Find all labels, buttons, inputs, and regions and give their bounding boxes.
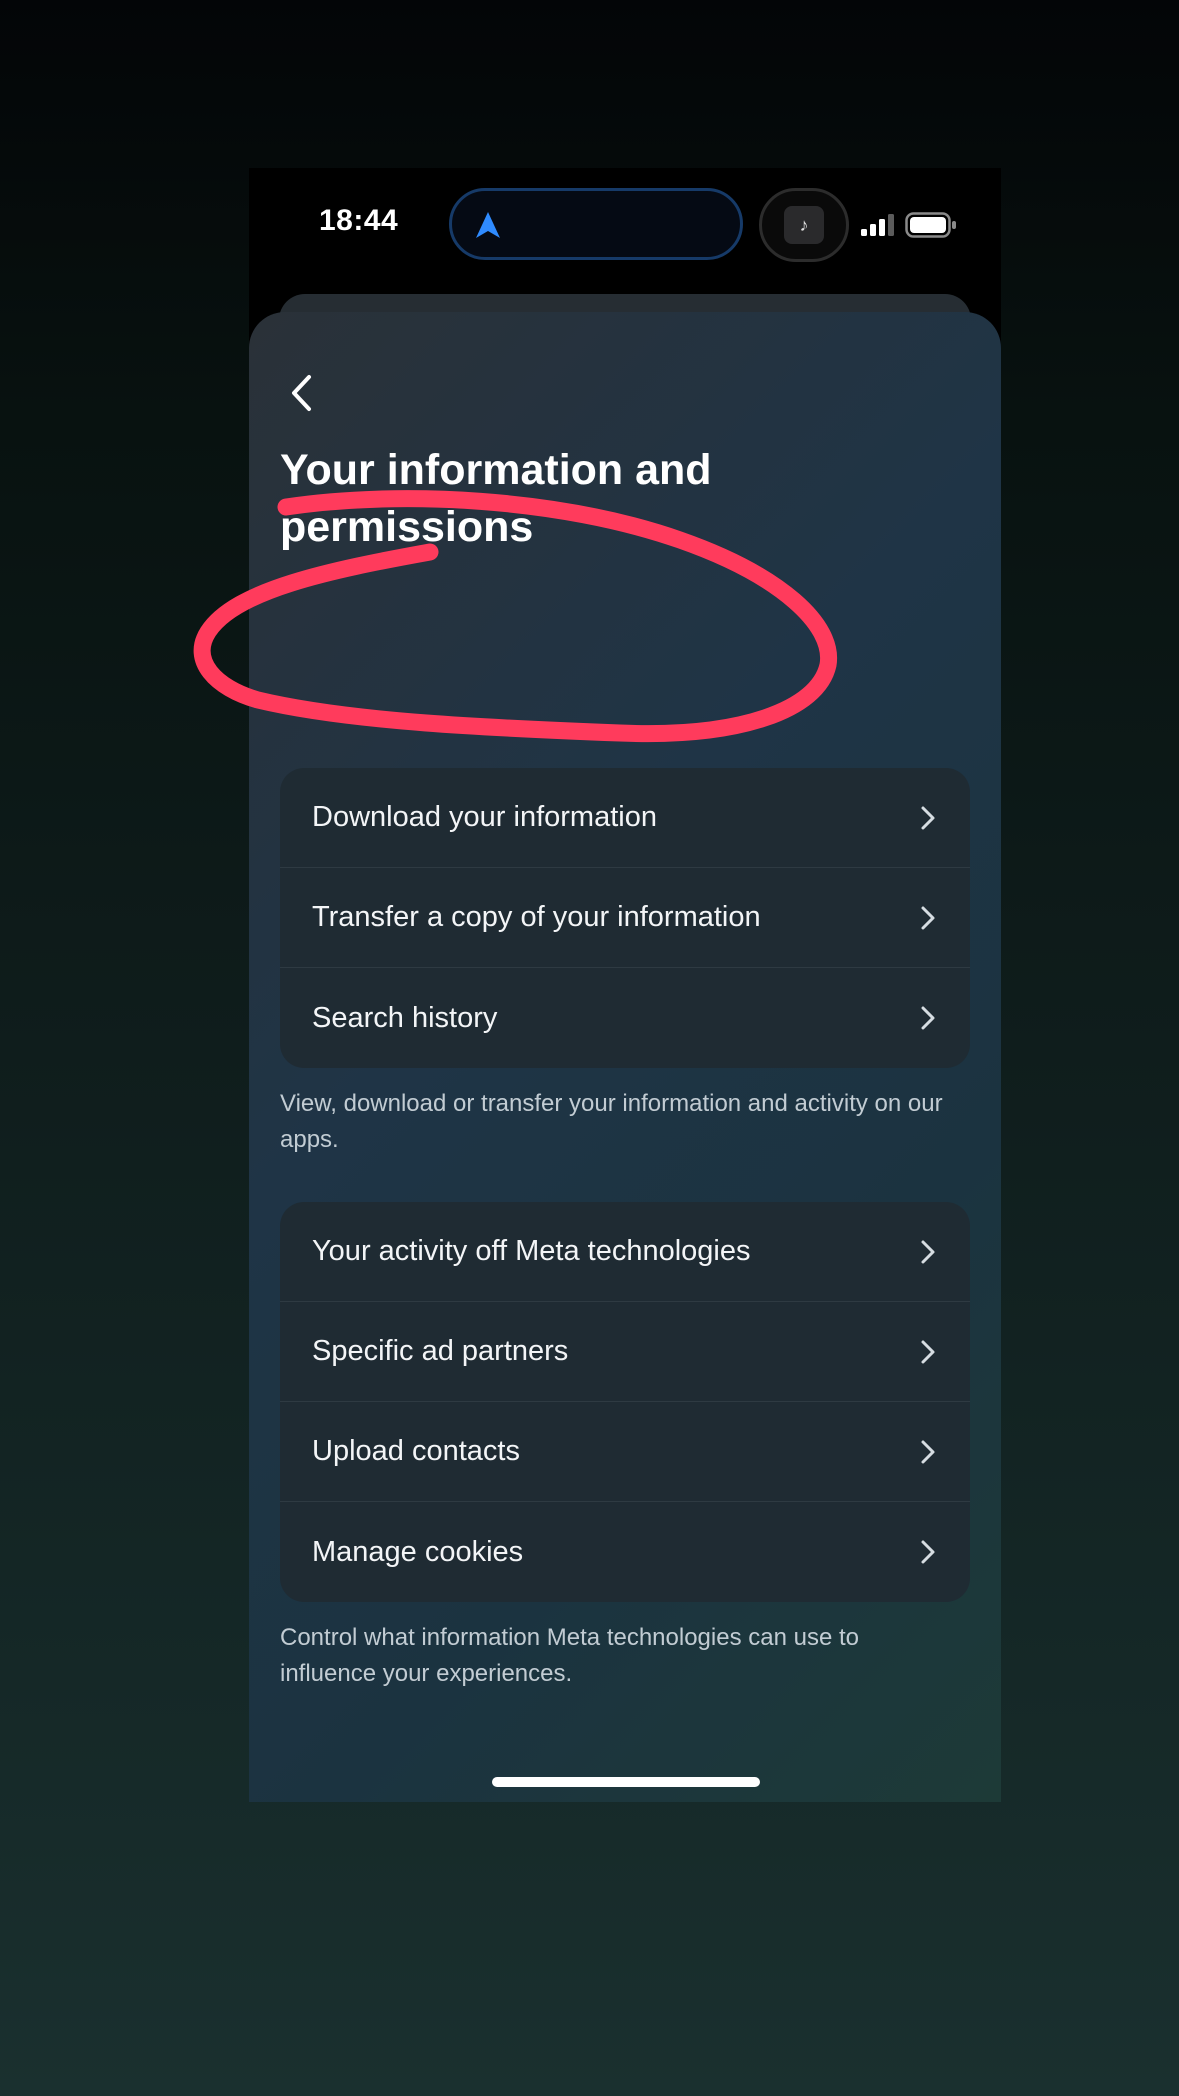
search-history-row[interactable]: Search history [280, 968, 970, 1068]
battery-icon [905, 212, 956, 238]
information-options-group: Download your information Transfer a cop… [280, 768, 970, 1068]
dynamic-island[interactable] [449, 188, 743, 260]
permissions-options-group: Your activity off Meta technologies Spec… [280, 1202, 970, 1602]
page-title: Your information and permissions [280, 446, 712, 551]
chevron-right-icon [921, 1340, 935, 1363]
information-caption: View, download or transfer your informat… [280, 1090, 943, 1153]
permissions-caption: Control what information Meta technologi… [280, 1624, 859, 1687]
back-button[interactable] [279, 366, 323, 420]
chevron-right-icon [921, 1440, 935, 1463]
music-note-icon: ♪ [784, 206, 824, 244]
manage-cookies-row[interactable]: Manage cookies [280, 1502, 970, 1602]
row-label: Specific ad partners [312, 1335, 569, 1367]
row-label: Your activity off Meta technologies [312, 1235, 751, 1267]
row-label: Search history [312, 1001, 498, 1034]
download-your-information-row[interactable]: Download your information [280, 768, 970, 868]
row-label: Manage cookies [312, 1535, 524, 1568]
row-label: Download your information [312, 801, 657, 833]
phone-screen: 18:44 ♪ Your information and permissions [249, 168, 1001, 1802]
status-time: 18:44 [319, 204, 399, 237]
chevron-right-icon [921, 1240, 935, 1263]
row-label: Transfer a copy of your information [312, 901, 761, 933]
location-arrow-icon [476, 212, 500, 238]
chevron-right-icon [921, 1540, 935, 1564]
settings-sheet: Your information and permissions Downloa… [249, 312, 1001, 1802]
activity-off-meta-row[interactable]: Your activity off Meta technologies [280, 1202, 970, 1302]
now-playing-pill[interactable]: ♪ [759, 188, 849, 262]
home-indicator[interactable] [492, 1777, 760, 1787]
chevron-right-icon [921, 1006, 935, 1030]
chevron-right-icon [921, 906, 935, 929]
cellular-signal-icon [861, 214, 894, 236]
upload-contacts-row[interactable]: Upload contacts [280, 1402, 970, 1502]
transfer-copy-row[interactable]: Transfer a copy of your information [280, 868, 970, 968]
row-label: Upload contacts [312, 1435, 520, 1467]
chevron-left-icon [292, 375, 311, 411]
specific-ad-partners-row[interactable]: Specific ad partners [280, 1302, 970, 1402]
chevron-right-icon [921, 806, 935, 829]
